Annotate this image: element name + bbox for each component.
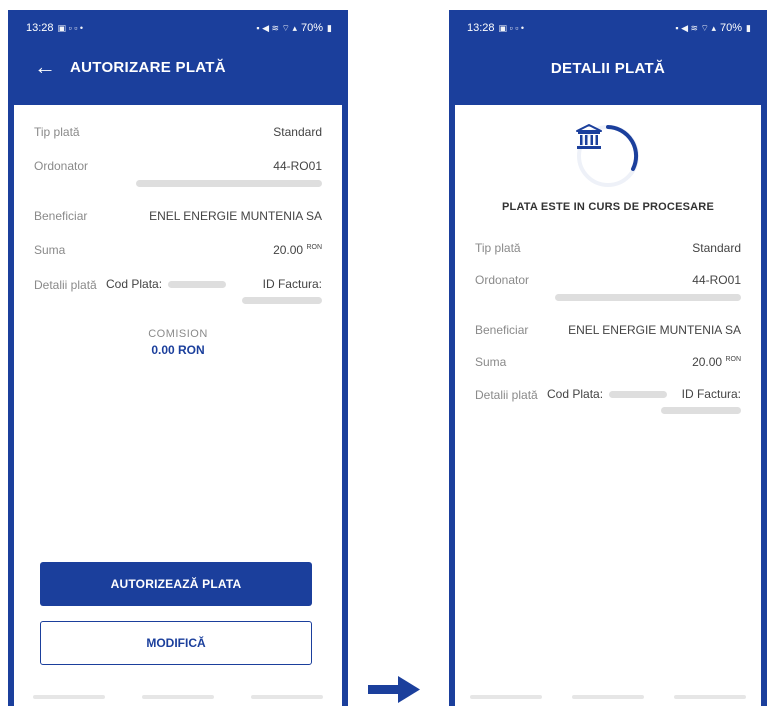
signal-icons: ▪ ◀ ≋ ⌔ ▴ bbox=[675, 22, 717, 33]
page-title: DETALII PLATĂ bbox=[550, 59, 666, 77]
payer-label: Ordonator bbox=[475, 273, 530, 287]
details-label: Detalii plată bbox=[475, 388, 538, 402]
invoice-id-label: ID Factura: bbox=[681, 387, 741, 401]
beneficiary-label: Beneficiar bbox=[34, 209, 88, 223]
payment-type-value: Standard bbox=[692, 241, 741, 255]
processing-spinner bbox=[575, 123, 641, 189]
battery-icon: ▮ bbox=[327, 22, 332, 33]
authorize-payment-screen: 13:28 ▣ ▫ ▫ • ▪ ◀ ≋ ⌔ ▴ 70% ▮ ← AUTORIZA… bbox=[8, 10, 348, 706]
redacted-payment-code bbox=[168, 280, 227, 288]
row-payer: Ordonator 44-RO01 bbox=[475, 273, 741, 301]
nav-pill[interactable] bbox=[141, 695, 214, 699]
toolbar: ← AUTORIZARE PLATĂ bbox=[14, 46, 342, 96]
payer-value: 44-RO01 bbox=[692, 273, 741, 287]
status-time: 13:28 bbox=[467, 22, 495, 34]
amount-currency: RON bbox=[306, 244, 322, 251]
processing-status: PLATA ESTE IN CURS DE PROCESARE bbox=[502, 201, 714, 213]
row-details: Detalii plată Cod Plata: ID Factura: bbox=[34, 277, 322, 304]
commission-block: COMISION 0.00 RON bbox=[34, 328, 322, 357]
arrow-left-icon[interactable]: ← bbox=[34, 52, 56, 82]
commission-value: 0.00 RON bbox=[151, 343, 205, 357]
app-bar: 13:28 ▣ ▫ ▫ • ▪ ◀ ≋ ⌔ ▴ 70% ▮ ← AUTORIZA… bbox=[14, 10, 342, 105]
beneficiary-label: Beneficiar bbox=[475, 323, 529, 337]
modify-button[interactable]: MODIFICĂ bbox=[40, 621, 312, 665]
nav-pill[interactable] bbox=[470, 695, 542, 699]
row-payment-type: Tip plată Standard bbox=[475, 241, 741, 255]
payment-code-label: Cod Plata: bbox=[106, 277, 163, 291]
battery-level: 70% bbox=[301, 22, 324, 34]
toolbar: DETALII PLATĂ bbox=[455, 46, 761, 96]
status-bar: 13:28 ▣ ▫ ▫ • ▪ ◀ ≋ ⌔ ▴ 70% ▮ bbox=[455, 10, 761, 46]
nav-pill[interactable] bbox=[32, 695, 105, 699]
redacted-account bbox=[555, 294, 741, 301]
amount-value: 20.00 bbox=[273, 243, 304, 257]
payment-details: Tip plată Standard Ordonator 44-RO01 Ben… bbox=[455, 213, 761, 414]
row-beneficiary: Beneficiar ENEL ENERGIE MUNTENIA SA bbox=[475, 323, 741, 337]
payment-type-label: Tip plată bbox=[34, 125, 80, 139]
amount-label: Suma bbox=[34, 243, 66, 257]
invoice-id-label: ID Factura: bbox=[262, 277, 322, 291]
row-payer: Ordonator 44-RO01 bbox=[34, 159, 322, 187]
signal-icons: ▪ ◀ ≋ ⌔ ▴ bbox=[256, 22, 298, 33]
arrow-right-icon bbox=[368, 676, 420, 703]
payer-label: Ordonator bbox=[34, 159, 89, 173]
payer-value: 44-RO01 bbox=[273, 159, 322, 173]
payment-type-label: Tip plată bbox=[475, 241, 521, 255]
notification-icons: ▣ ▫ ▫ • bbox=[498, 22, 525, 33]
bottom-nav bbox=[14, 692, 342, 702]
beneficiary-value: ENEL ENERGIE MUNTENIA SA bbox=[568, 323, 741, 337]
app-bar: 13:28 ▣ ▫ ▫ • ▪ ◀ ≋ ⌔ ▴ 70% ▮ DETALII PL… bbox=[455, 10, 761, 105]
row-amount: Suma 20.00 RON bbox=[34, 243, 322, 257]
bank-icon bbox=[576, 124, 602, 149]
nav-pill[interactable] bbox=[674, 695, 746, 699]
row-amount: Suma 20.00 RON bbox=[475, 355, 741, 369]
commission-label: COMISION bbox=[148, 328, 208, 340]
status-bar: 13:28 ▣ ▫ ▫ • ▪ ◀ ≋ ⌔ ▴ 70% ▮ bbox=[14, 10, 342, 46]
nav-pill[interactable] bbox=[251, 695, 324, 699]
row-payment-type: Tip plată Standard bbox=[34, 125, 322, 139]
row-details: Detalii plată Cod Plata: ID Factura: bbox=[475, 387, 741, 414]
redacted-payment-code bbox=[609, 390, 668, 398]
battery-level: 70% bbox=[720, 22, 743, 34]
redacted-account bbox=[136, 180, 322, 187]
amount-currency: RON bbox=[725, 356, 741, 363]
amount-value: 20.00 bbox=[692, 355, 723, 369]
payment-details-screen: 13:28 ▣ ▫ ▫ • ▪ ◀ ≋ ⌔ ▴ 70% ▮ DETALII PL… bbox=[449, 10, 767, 706]
page-title: AUTORIZARE PLATĂ bbox=[70, 59, 226, 76]
row-beneficiary: Beneficiar ENEL ENERGIE MUNTENIA SA bbox=[34, 209, 322, 223]
status-time: 13:28 bbox=[26, 22, 54, 34]
payment-code-label: Cod Plata: bbox=[547, 387, 604, 401]
battery-icon: ▮ bbox=[746, 22, 751, 33]
payment-summary: Tip plată Standard Ordonator 44-RO01 Ben… bbox=[14, 105, 342, 357]
authorize-payment-button[interactable]: AUTORIZEAZĂ PLATA bbox=[40, 562, 312, 606]
details-label: Detalii plată bbox=[34, 278, 97, 292]
redacted-invoice-id bbox=[661, 407, 741, 414]
amount-label: Suma bbox=[475, 355, 507, 369]
payment-type-value: Standard bbox=[273, 125, 322, 139]
beneficiary-value: ENEL ENERGIE MUNTENIA SA bbox=[149, 209, 322, 223]
redacted-invoice-id bbox=[242, 297, 322, 304]
nav-pill[interactable] bbox=[572, 695, 644, 699]
notification-icons: ▣ ▫ ▫ • bbox=[57, 22, 84, 33]
bottom-nav bbox=[455, 692, 761, 702]
